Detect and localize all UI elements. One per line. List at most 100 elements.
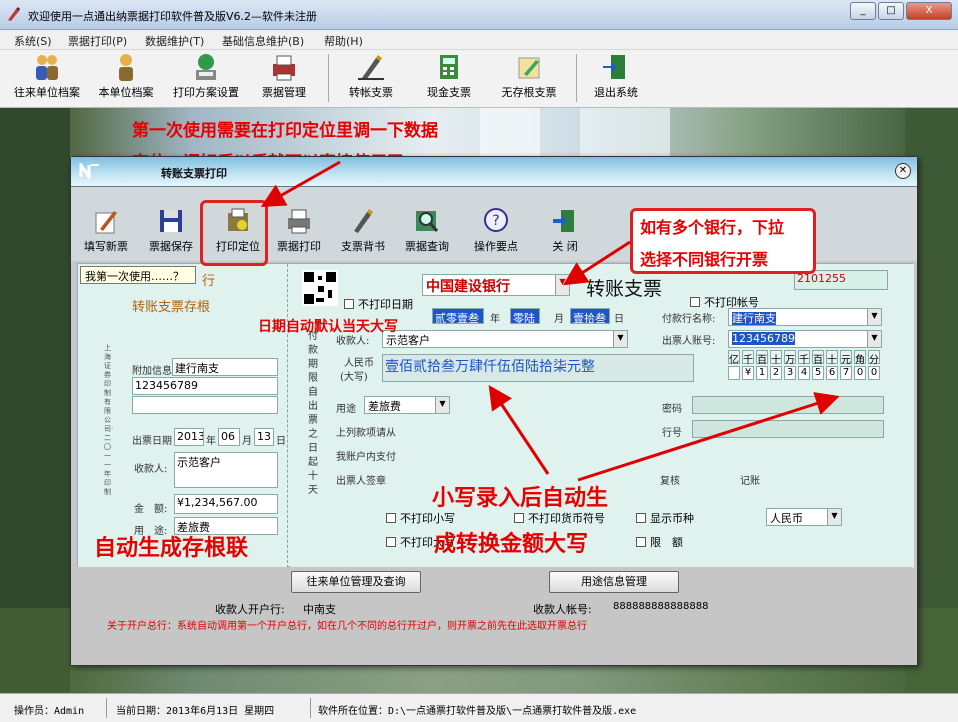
dialog-logo-icon: [79, 163, 99, 179]
annotation-auto-stub: 自动生成存根联: [94, 536, 249, 561]
digit-cell: 0: [854, 366, 866, 380]
stub-day-unit: 日: [276, 436, 286, 447]
date-year-unit: 年: [490, 314, 500, 325]
check-form: 我第一次使用……？ 行 转账支票存根 上海证券印制有限公司·二〇一一年印制 附加…: [77, 263, 914, 568]
dialog-titlebar: 转账支票打印 ✕: [71, 157, 917, 187]
print-bill-button[interactable]: 票据打印: [271, 207, 327, 263]
toolbar-exit-button[interactable]: 退出系统: [586, 52, 646, 106]
stub-tooltip: 我第一次使用……？: [80, 266, 196, 284]
payer-account-select[interactable]: 123456789 ▼: [728, 330, 882, 348]
date-month-upper[interactable]: 零陆: [510, 308, 540, 324]
digit-header: 元: [840, 350, 852, 366]
operation-tips-button[interactable]: ? 操作要点: [467, 207, 525, 263]
purpose-label: 用途: [336, 404, 356, 415]
toolbar-print-scheme-button[interactable]: 打印方案设置: [166, 52, 246, 106]
payer-bank-label: 付款行名称:: [662, 314, 716, 325]
digit-header: 角: [854, 350, 866, 366]
check-endorse-button[interactable]: 支票背书: [335, 207, 391, 263]
menu-system[interactable]: 系统(S): [14, 33, 52, 49]
notepad-icon: [518, 57, 540, 79]
drawer-label: 出票人签章: [336, 476, 386, 487]
status-divider: [106, 698, 107, 718]
password-input[interactable]: [692, 396, 884, 414]
bill-query-button[interactable]: 票据查询: [399, 207, 455, 263]
annotation-multi-bank-2: 选择不同银行开票: [640, 250, 769, 269]
toolbar-contacts-button[interactable]: 往来单位档案: [8, 52, 86, 106]
payer-account-label: 出票人账号:: [662, 336, 716, 347]
printer-icon: [273, 55, 295, 81]
dialog-title: 转账支票打印: [161, 167, 227, 180]
check-main: 不打印日期 中国建设银行 ▼ 转账支票 不打印帐号 2101255 贰零壹叁 年 …: [290, 264, 914, 568]
digit-cell: 2: [770, 366, 782, 380]
show-currency-checkbox[interactable]: 显示币种: [636, 510, 694, 526]
purpose-select[interactable]: 差旅费 ▼: [364, 396, 450, 414]
toolbar-separator: [328, 54, 329, 102]
rmb-upper-label: (大写): [340, 372, 368, 383]
magnifier-icon: [416, 211, 439, 232]
toolbar-bill-manage-button[interactable]: 票据管理: [254, 52, 314, 106]
my-account-label: 我账户内支付: [336, 452, 396, 463]
stub-extra-info-1[interactable]: 建行南支: [172, 358, 278, 376]
date-year-upper[interactable]: 贰零壹叁: [432, 308, 484, 324]
toolbar-transfer-check-button[interactable]: 转帐支票: [338, 52, 404, 106]
toolbar-own-unit-button[interactable]: 本单位档案: [92, 52, 160, 106]
payee-bank-value: 中南支: [303, 603, 336, 616]
main-toolbar: 往来单位档案 本单位档案 打印方案设置 票据管理 转帐支票 现金支票 无存根支票…: [0, 50, 958, 108]
annotation-first-use-1: 第一次使用需要在打印定位里调一下数据: [132, 121, 438, 141]
printer-icon: [288, 209, 310, 234]
status-operator: 操作员：Admin: [14, 706, 85, 717]
stub-date-label: 出票日期: [132, 436, 172, 447]
date-day-upper[interactable]: 壹拾叁: [570, 308, 610, 324]
digit-cell: [728, 366, 740, 380]
no-print-lower-checkbox[interactable]: 不打印小写: [386, 510, 455, 526]
date-day-unit: 日: [614, 314, 624, 325]
stub-bank-fragment: 行: [202, 274, 216, 289]
dialog-bottom: 往来单位管理及查询 用途信息管理 收款人开户行: 中南支 收款人帐号: 8888…: [77, 567, 913, 665]
stub-payee[interactable]: 示范客户: [174, 452, 278, 488]
line-number-label: 行号: [662, 428, 682, 439]
stub-extra-info-2[interactable]: 123456789: [132, 377, 278, 395]
stub-payee-label: 收款人:: [134, 464, 168, 475]
help-icon: ?: [484, 208, 508, 232]
menu-print[interactable]: 票据打印(P): [68, 33, 127, 49]
new-bill-button[interactable]: 填写新票: [79, 207, 133, 263]
dialog-close-toolbar-button[interactable]: 关 闭: [537, 207, 593, 263]
review-label: 复核: [660, 476, 680, 487]
minimize-button[interactable]: _: [850, 2, 876, 20]
line-number-input[interactable]: [692, 420, 884, 438]
no-print-currency-checkbox[interactable]: 不打印货币符号: [514, 510, 605, 526]
bank-select[interactable]: 中国建设银行 ▼: [422, 274, 570, 296]
stub-amount[interactable]: ¥1,234,567.00: [174, 494, 278, 514]
amount-upper: 壹佰贰拾叁万肆仟伍佰陆拾柒元整: [382, 354, 694, 382]
digit-cell: 4: [798, 366, 810, 380]
bookkeep-label: 记账: [740, 476, 760, 487]
purpose-manage-button[interactable]: 用途信息管理: [549, 571, 679, 593]
limit-checkbox[interactable]: 限 额: [636, 534, 683, 550]
close-button[interactable]: X: [906, 2, 952, 20]
stub-day[interactable]: 13: [254, 428, 274, 446]
menu-help[interactable]: 帮助(H): [324, 33, 363, 49]
payer-bank-select[interactable]: 建行南支 ▼: [728, 308, 882, 326]
currency-select[interactable]: 人民币 ▼: [766, 508, 842, 526]
password-label: 密码: [662, 404, 682, 415]
payee-account-value: 888888888888888: [613, 601, 709, 612]
stub-month[interactable]: 06: [218, 428, 240, 446]
globe-printer-icon: [196, 54, 216, 80]
maximize-button[interactable]: □: [878, 2, 904, 20]
menu-bar: 系统(S) 票据打印(P) 数据维护(T) 基础信息维护(B) 帮助(H): [0, 30, 958, 50]
menu-basic-info[interactable]: 基础信息维护(B): [222, 33, 304, 49]
menu-data[interactable]: 数据维护(T): [145, 33, 204, 49]
toolbar-cash-check-button[interactable]: 现金支票: [416, 52, 482, 106]
check-title: 转账支票: [586, 278, 663, 300]
units-manage-button[interactable]: 往来单位管理及查询: [291, 571, 421, 593]
stub-extra-info-3[interactable]: [132, 396, 278, 414]
dialog-close-button[interactable]: ✕: [895, 163, 911, 179]
save-bill-button[interactable]: 票据保存: [143, 207, 199, 263]
stub-year[interactable]: 2013: [174, 428, 204, 446]
no-print-date-checkbox[interactable]: 不打印日期: [344, 296, 413, 312]
toolbar-no-stub-check-button[interactable]: 无存根支票: [494, 52, 564, 106]
status-bar: 操作员：Admin 当前日期：2013年6月13日 星期四 软件所在位置：D:\…: [0, 693, 958, 722]
payee-select[interactable]: 示范客户 ▼: [382, 330, 628, 348]
stub-amount-label: 金 额:: [134, 504, 168, 515]
person-icon: [119, 54, 133, 81]
